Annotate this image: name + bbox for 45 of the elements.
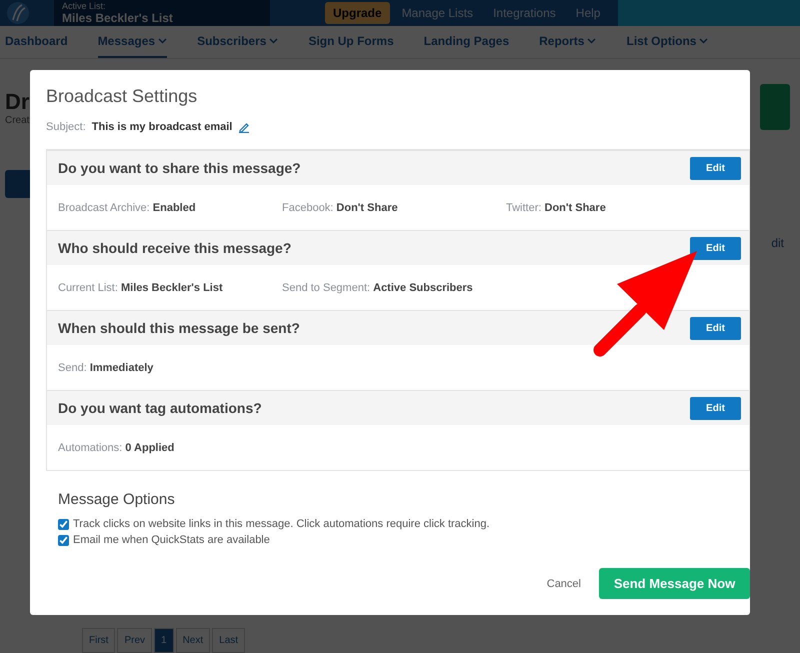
modal-title: Broadcast Settings (46, 86, 198, 107)
pagination-button[interactable]: Last (212, 628, 246, 653)
upgrade-button[interactable]: Upgrade (325, 2, 390, 24)
header-link[interactable]: Integrations (485, 2, 564, 24)
nav-tab[interactable]: List Options (626, 26, 708, 58)
option-checkbox[interactable] (58, 534, 69, 546)
pencil-icon[interactable] (238, 121, 250, 133)
option-checkbox[interactable] (58, 518, 69, 530)
option-label: Email me when QuickStats are available (73, 534, 270, 546)
nav-tab[interactable]: Reports (539, 26, 596, 58)
column-header: dit (771, 236, 784, 250)
setting-text: Facebook: Don't Share (282, 202, 399, 214)
header-link[interactable]: Help (568, 2, 608, 24)
nav-tab[interactable]: Messages (98, 26, 168, 58)
pagination-button[interactable]: Prev (117, 628, 152, 653)
pagination-button[interactable]: First (82, 628, 116, 653)
header-link[interactable]: Manage Lists (394, 2, 482, 24)
setting-text: Send: Immediately (58, 362, 154, 374)
edit-button[interactable]: Edit (690, 156, 741, 180)
pagination-button[interactable]: 1 (154, 628, 174, 653)
section-question: When should this message be sent? (58, 320, 300, 336)
option-label: Track clicks on website links in this message. Click automations require click tracking. (73, 518, 490, 530)
nav-tab[interactable]: Subscribers (197, 26, 278, 58)
nav-tab[interactable]: Dashboard (5, 26, 68, 58)
subject-text: This is my broadcast email (92, 121, 232, 133)
edit-button[interactable]: Edit (690, 396, 741, 420)
setting-text: Current List: Miles Beckler's List (58, 282, 224, 294)
setting-text: Broadcast Archive: Enabled (58, 202, 197, 214)
edit-button[interactable]: Edit (690, 316, 741, 340)
pagination-button[interactable]: Next (176, 628, 210, 653)
send-message-button[interactable]: Send Message Now (599, 568, 750, 599)
cancel-link[interactable]: Cancel (546, 578, 581, 590)
section-question: Do you want tag automations? (58, 400, 262, 416)
section-question: Do you want to share this message? (58, 160, 301, 176)
edit-button[interactable]: Edit (690, 236, 741, 260)
options-title: Message Options (58, 491, 176, 508)
active-list-label: Active List: (62, 2, 107, 10)
setting-text: Send to Segment: Active Subscribers (282, 282, 474, 294)
setting-text: Automations: 0 Applied (58, 442, 176, 454)
section-question: Who should receive this message? (58, 240, 292, 256)
nav-tab[interactable]: Sign Up Forms (308, 26, 394, 58)
subject-label: Subject: (46, 121, 86, 133)
active-list-name: Miles Beckler's List (62, 10, 174, 24)
setting-text: Twitter: Don't Share (506, 202, 607, 214)
nav-tab[interactable]: Landing Pages (424, 26, 510, 58)
